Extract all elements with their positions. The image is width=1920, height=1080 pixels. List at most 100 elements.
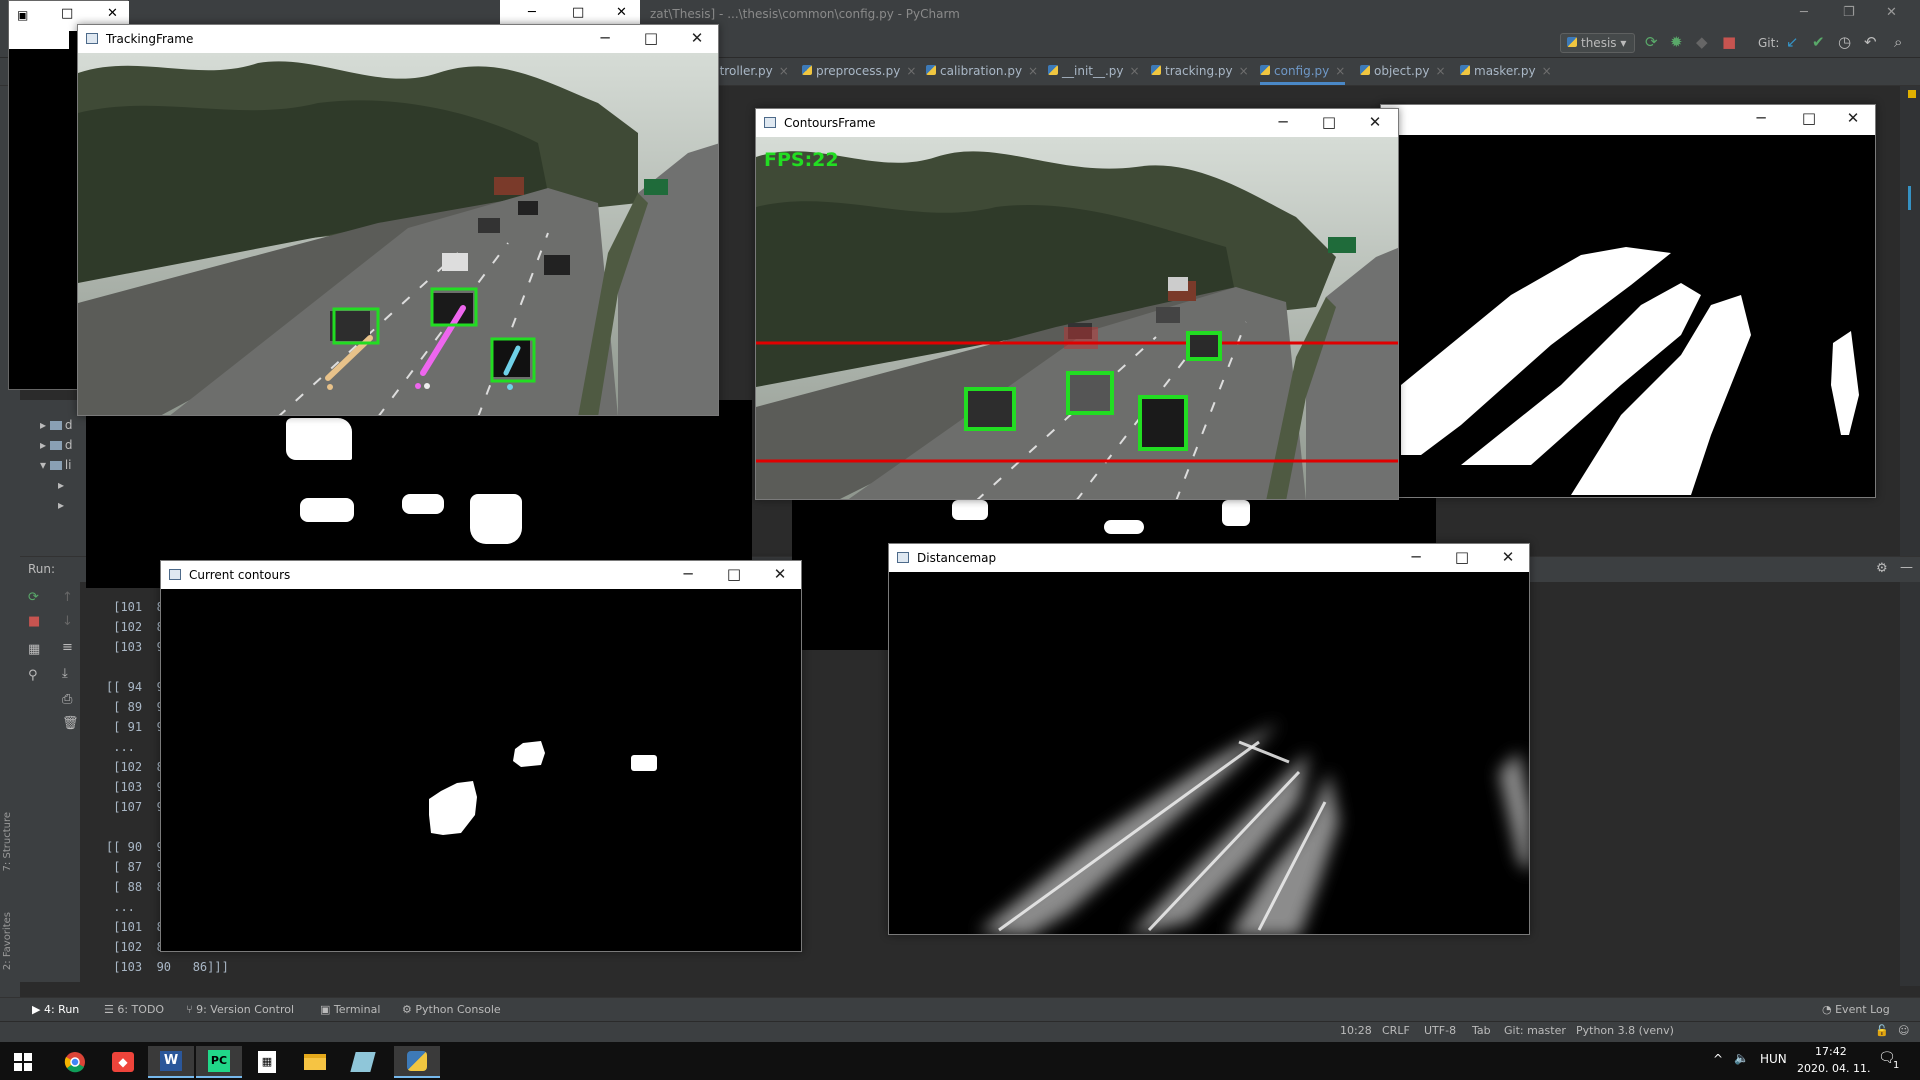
minimize-icon[interactable]: ─ bbox=[1406, 548, 1426, 566]
close-tab-icon[interactable]: × bbox=[1130, 64, 1140, 78]
taskbar-anydesk[interactable]: ◆ bbox=[100, 1046, 146, 1078]
scroll-to-end-icon[interactable]: ⤓ bbox=[62, 666, 68, 681]
status-git-branch[interactable]: Git: master bbox=[1504, 1024, 1566, 1037]
tab-init[interactable]: __init__.py × bbox=[1048, 64, 1140, 78]
maximize-icon[interactable]: □ bbox=[572, 5, 584, 20]
tree-item[interactable]: ▸ d bbox=[40, 418, 72, 432]
hide-panel-icon[interactable]: — bbox=[1900, 560, 1913, 575]
tab-calibration[interactable]: calibration.py × bbox=[926, 64, 1038, 78]
pin-icon[interactable]: ⚲ bbox=[28, 668, 38, 683]
current-contours-window[interactable]: Current contours ─ □ ✕ bbox=[160, 560, 802, 952]
window-title-bar[interactable]: Current contours ─ □ ✕ bbox=[161, 561, 801, 589]
tool-tab-run[interactable]: ▶ 4: Run bbox=[32, 1003, 79, 1016]
close-tab-icon[interactable]: × bbox=[779, 64, 789, 78]
minimize-icon[interactable]: ─ bbox=[1800, 5, 1808, 20]
tracking-frame-window[interactable]: TrackingFrame ─ □ ✕ bbox=[77, 24, 719, 416]
git-rollback-icon[interactable]: ↶ bbox=[1864, 33, 1877, 51]
tree-item[interactable]: ▾ li bbox=[40, 458, 72, 472]
up-arrow-icon[interactable]: ↑ bbox=[62, 590, 73, 605]
close-icon[interactable]: ✕ bbox=[616, 5, 627, 20]
lock-icon[interactable]: 🔓 bbox=[1875, 1024, 1889, 1037]
tab-config[interactable]: config.py × bbox=[1260, 64, 1346, 85]
clock-time[interactable]: 17:42 bbox=[1815, 1045, 1847, 1058]
taskbar-notepad[interactable] bbox=[340, 1046, 386, 1078]
window-title-bar[interactable]: Distancemap ─ □ ✕ bbox=[889, 544, 1529, 572]
run-configuration-select[interactable]: thesis ▾ bbox=[1560, 33, 1635, 53]
close-icon[interactable]: ✕ bbox=[1365, 113, 1385, 131]
tool-tab-todo[interactable]: ☰ 6: TODO bbox=[104, 1003, 164, 1016]
git-commit-icon[interactable]: ✔ bbox=[1812, 33, 1825, 51]
status-interpreter[interactable]: Python 3.8 (venv) bbox=[1576, 1024, 1674, 1037]
volume-icon[interactable]: 🔈 bbox=[1734, 1051, 1749, 1065]
close-icon[interactable]: ✕ bbox=[107, 6, 118, 21]
inspector-icon[interactable]: ☺ bbox=[1898, 1024, 1909, 1037]
maximize-icon[interactable]: □ bbox=[1799, 109, 1819, 127]
close-icon[interactable]: ✕ bbox=[1843, 109, 1863, 127]
status-indent[interactable]: Tab bbox=[1472, 1024, 1491, 1037]
taskbar-word[interactable]: W bbox=[148, 1046, 194, 1078]
git-update-icon[interactable]: ↙ bbox=[1786, 33, 1799, 51]
rerun-icon[interactable]: ⟳ bbox=[28, 590, 39, 605]
tab-preprocess[interactable]: preprocess.py × bbox=[802, 64, 916, 78]
tool-tab-terminal[interactable]: ▣ Terminal bbox=[320, 1003, 380, 1016]
favorites-tool-button[interactable]: 2: Favorites bbox=[2, 912, 13, 970]
tool-tab-python-console[interactable]: ⚙ Python Console bbox=[402, 1003, 501, 1016]
structure-tool-button[interactable]: 7: Structure bbox=[2, 812, 13, 871]
distancemap-window[interactable]: Distancemap ─ □ ✕ bbox=[888, 543, 1530, 935]
close-tab-icon[interactable]: × bbox=[1239, 64, 1249, 78]
stop-icon[interactable]: ■ bbox=[28, 614, 40, 629]
hidden-icons-chevron-icon[interactable]: ^ bbox=[1713, 1052, 1723, 1066]
status-position[interactable]: 10:28 bbox=[1340, 1024, 1372, 1037]
gear-icon[interactable]: ⚙ bbox=[1876, 561, 1888, 576]
close-icon[interactable]: ✕ bbox=[1886, 5, 1897, 20]
tree-item[interactable]: ▸ bbox=[58, 498, 64, 512]
tab-object[interactable]: object.py × bbox=[1360, 64, 1446, 78]
contours-frame-window[interactable]: ContoursFrame ─ □ ✕ FPS:22 bbox=[755, 108, 1399, 500]
maximize-icon[interactable]: □ bbox=[1319, 113, 1339, 131]
tab-controller[interactable]: ntroller.py × bbox=[712, 64, 789, 78]
rerun-icon[interactable]: ⟳ bbox=[1645, 33, 1658, 51]
trash-icon[interactable]: 🗑 bbox=[62, 716, 79, 731]
tab-tracking[interactable]: tracking.py × bbox=[1151, 64, 1249, 78]
taskbar-pycharm[interactable]: PC bbox=[196, 1046, 242, 1078]
close-icon[interactable]: ✕ bbox=[687, 29, 707, 47]
down-arrow-icon[interactable]: ↓ bbox=[62, 614, 73, 629]
close-tab-icon[interactable]: × bbox=[1028, 64, 1038, 78]
mask-window[interactable]: ─ □ ✕ bbox=[1380, 104, 1876, 498]
tree-item[interactable]: ▸ bbox=[58, 478, 64, 492]
maximize-icon[interactable]: ❐ bbox=[1843, 5, 1855, 20]
git-history-icon[interactable]: ◷ bbox=[1838, 33, 1851, 51]
close-tab-icon[interactable]: × bbox=[1542, 64, 1552, 78]
stop-icon[interactable]: ■ bbox=[1722, 33, 1736, 51]
close-tab-icon[interactable]: × bbox=[1335, 64, 1345, 78]
status-line-separator[interactable]: CRLF bbox=[1382, 1024, 1410, 1037]
taskbar-file-explorer[interactable] bbox=[292, 1046, 338, 1078]
warning-marker-icon[interactable] bbox=[1908, 90, 1916, 98]
minimize-icon[interactable]: ─ bbox=[1751, 109, 1771, 127]
coverage-icon[interactable]: ◆ bbox=[1696, 33, 1708, 51]
close-tab-icon[interactable]: × bbox=[906, 64, 916, 78]
layout-icon[interactable]: ▦ bbox=[28, 642, 40, 657]
close-icon[interactable]: ✕ bbox=[1498, 548, 1518, 566]
taskbar-chrome[interactable] bbox=[52, 1046, 98, 1078]
window-title-bar[interactable]: TrackingFrame ─ □ ✕ bbox=[78, 25, 718, 53]
minimize-icon[interactable]: ─ bbox=[528, 5, 536, 20]
editor-scroll-gutter[interactable] bbox=[1900, 86, 1920, 986]
taskbar-calculator[interactable]: ▦ bbox=[244, 1046, 290, 1078]
minimize-icon[interactable]: ─ bbox=[1273, 113, 1293, 131]
window-title-bar[interactable]: ContoursFrame ─ □ ✕ bbox=[756, 109, 1398, 137]
debug-icon[interactable]: ✹ bbox=[1670, 33, 1683, 51]
minimize-icon[interactable]: ─ bbox=[678, 565, 698, 583]
close-tab-icon[interactable]: × bbox=[1436, 64, 1446, 78]
tool-tab-version-control[interactable]: ⑂ 9: Version Control bbox=[186, 1003, 294, 1016]
close-icon[interactable]: ✕ bbox=[770, 565, 790, 583]
clock-date[interactable]: 2020. 04. 11. bbox=[1797, 1062, 1870, 1075]
window-title-bar[interactable]: ─ □ ✕ bbox=[1381, 105, 1875, 133]
status-encoding[interactable]: UTF-8 bbox=[1424, 1024, 1456, 1037]
maximize-icon[interactable]: □ bbox=[724, 565, 744, 583]
soft-wrap-icon[interactable]: ≡ bbox=[62, 640, 73, 655]
minimize-icon[interactable]: ─ bbox=[595, 29, 615, 47]
maximize-icon[interactable]: □ bbox=[61, 6, 73, 21]
tree-item[interactable]: ▸ d bbox=[40, 438, 72, 452]
event-log-button[interactable]: ◔ Event Log bbox=[1822, 1003, 1890, 1016]
